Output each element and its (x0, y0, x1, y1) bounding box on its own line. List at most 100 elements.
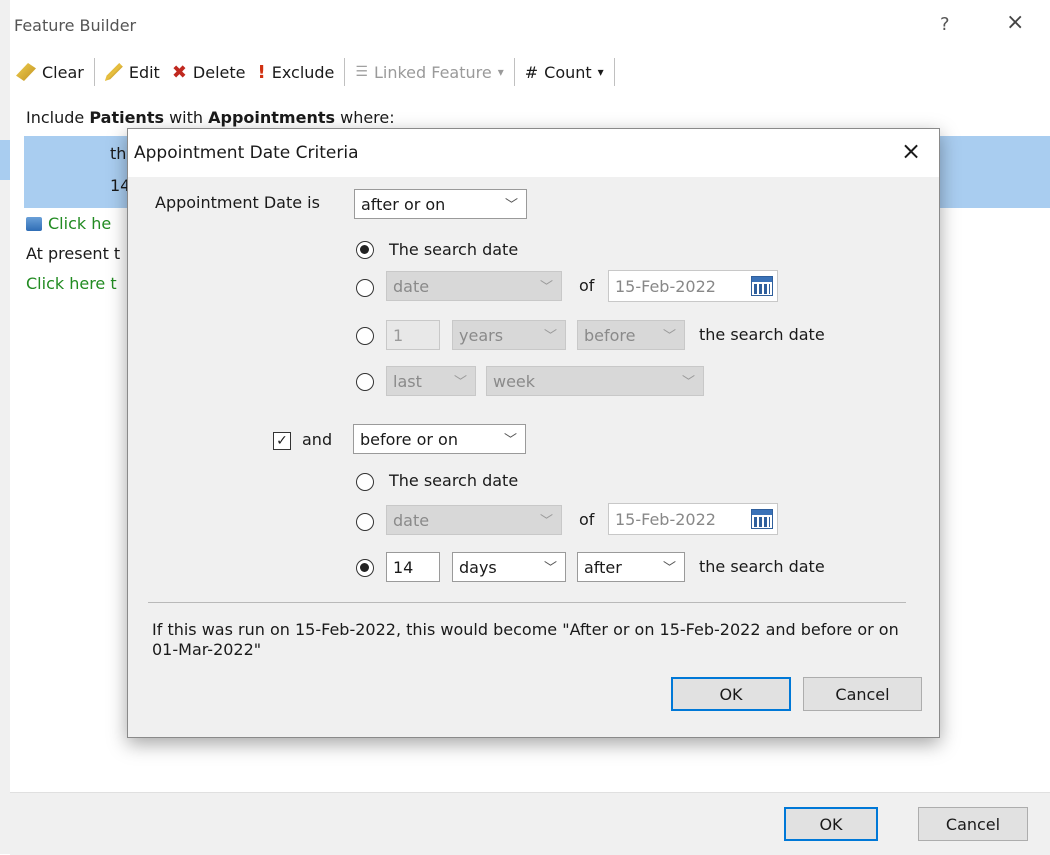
window-title: Feature Builder (14, 16, 137, 35)
date-field-value-2: 15-Feb-2022 (615, 509, 716, 529)
delete-icon: ✖ (171, 61, 187, 83)
list-icon: ☰ (355, 64, 368, 80)
edit-button[interactable]: Edit (99, 57, 166, 87)
first-operator-select[interactable]: after or on ﹀ (354, 189, 527, 219)
calendar-icon[interactable] (751, 276, 773, 296)
and-checkbox[interactable]: ✓ (273, 432, 291, 450)
chevron-down-icon: ﹀ (503, 433, 517, 448)
dialog-ok-button[interactable]: OK (671, 677, 791, 711)
preview-message: If this was run on 15-Feb-2022, this wou… (152, 620, 899, 659)
period-select[interactable]: week ﹀ (486, 366, 704, 396)
appointments-label: Appointments (208, 108, 336, 127)
eraser-icon (16, 63, 36, 81)
chevron-down-icon: ﹀ (504, 198, 518, 213)
date-field-value: 15-Feb-2022 (615, 276, 716, 296)
add-criteria-link[interactable]: Click he (26, 214, 111, 233)
delete-button[interactable]: ✖ Delete (166, 57, 252, 87)
last-select[interactable]: last ﹀ (386, 366, 476, 396)
title-bar: Feature Builder ? × (10, 0, 1050, 50)
dialog-title: Appointment Date Criteria (134, 143, 359, 163)
cancel-button[interactable]: Cancel (918, 807, 1028, 841)
pencil-icon (104, 63, 123, 81)
date-field-1[interactable]: 15-Feb-2022 (608, 270, 778, 302)
offset-input-2[interactable]: 14 (386, 552, 440, 582)
second-operator-value: before or on (360, 429, 458, 449)
date-type-select-2[interactable]: date ﹀ (386, 505, 562, 535)
chevron-down-icon: ﹀ (662, 329, 676, 344)
chevron-down-icon: ﹀ (681, 375, 695, 390)
edit-label: Edit (128, 62, 160, 82)
radio-specific-date-1[interactable] (356, 279, 374, 297)
linked-feature-button[interactable]: ☰ Linked Feature ▾ (349, 57, 509, 87)
add-criteria-icon (26, 216, 42, 231)
radio-specific-date-2[interactable] (356, 513, 374, 531)
chevron-down-icon: ﹀ (453, 375, 467, 390)
radio-relative-1[interactable] (356, 327, 374, 345)
direction-value-2: after (584, 557, 622, 577)
main-button-bar: OK Cancel (10, 792, 1050, 855)
the-search-date-label-2: the search date (699, 557, 825, 576)
close-button[interactable]: × (1006, 10, 1024, 35)
of-label: of (579, 276, 595, 295)
linked-feature-label: Linked Feature (373, 62, 492, 82)
hash-icon: # (524, 62, 539, 82)
dialog-cancel-button[interactable]: Cancel (803, 677, 922, 711)
radio-search-date-2[interactable] (356, 473, 374, 491)
with-label: with (169, 108, 204, 127)
exclamation-icon: ! (257, 61, 266, 83)
toolbar-separator (513, 58, 515, 86)
second-operator-select[interactable]: before or on ﹀ (353, 424, 526, 454)
radio-relative-2[interactable] (356, 559, 374, 577)
chevron-down-icon: ﹀ (539, 280, 553, 295)
count-button[interactable]: # Count ▾ (519, 57, 610, 87)
chevron-down-icon: ﹀ (543, 561, 557, 576)
divider (148, 602, 906, 603)
toolbar: Clear Edit ✖ Delete ! Exclude ☰ Linked F… (10, 54, 800, 90)
ok-button[interactable]: OK (784, 807, 878, 841)
radio-search-date-1[interactable] (356, 241, 374, 259)
direction-select-1[interactable]: before ﹀ (577, 320, 685, 350)
toolbar-separator (344, 58, 346, 86)
direction-value: before (584, 325, 636, 345)
click-here-link[interactable]: Click here t (26, 274, 117, 293)
date-field-2[interactable]: 15-Feb-2022 (608, 503, 778, 535)
radio-period-1[interactable] (356, 373, 374, 391)
exclude-label: Exclude (271, 62, 335, 82)
and-label: and (302, 430, 333, 449)
unit-select-2[interactable]: days ﹀ (452, 552, 566, 582)
exclude-button[interactable]: ! Exclude (252, 57, 341, 87)
first-operator-value: after or on (361, 194, 446, 214)
chevron-down-icon: ﹀ (543, 329, 557, 344)
clear-label: Clear (42, 62, 84, 82)
count-label: Count (544, 62, 592, 82)
delete-label: Delete (192, 62, 246, 82)
toolbar-separator (93, 58, 95, 86)
dialog-close-button[interactable]: × (901, 137, 921, 165)
clear-button[interactable]: Clear (10, 57, 90, 87)
unit-value: years (459, 325, 504, 345)
chevron-down-icon: ﹀ (539, 514, 553, 529)
help-button[interactable]: ? (940, 14, 950, 35)
of-label-2: of (579, 510, 595, 529)
offset-input-1[interactable]: 1 (386, 320, 440, 350)
chevron-down-icon: ▾ (497, 65, 504, 79)
toolbar-separator (613, 58, 615, 86)
patients-label: Patients (89, 108, 164, 127)
present-text: At present t (26, 244, 121, 263)
chevron-down-icon: ▾ (597, 65, 604, 79)
date-type-value-2: date (393, 510, 430, 530)
include-description: Include Patients with Appointments where… (26, 108, 395, 127)
appointment-date-label: Appointment Date is (155, 193, 320, 212)
calendar-icon[interactable] (751, 509, 773, 529)
add-criteria-text: Click he (48, 214, 112, 233)
date-type-select-1[interactable]: date ﹀ (386, 271, 562, 301)
criteria-text-1: th (110, 144, 127, 163)
date-type-value: date (393, 276, 430, 296)
where-label: where: (340, 108, 395, 127)
radio-search-date-label-2: The search date (389, 471, 519, 490)
period-value: week (493, 371, 536, 391)
background-selection (0, 140, 10, 180)
unit-select-1[interactable]: years ﹀ (452, 320, 566, 350)
direction-select-2[interactable]: after ﹀ (577, 552, 685, 582)
radio-search-date-label: The search date (389, 240, 519, 259)
